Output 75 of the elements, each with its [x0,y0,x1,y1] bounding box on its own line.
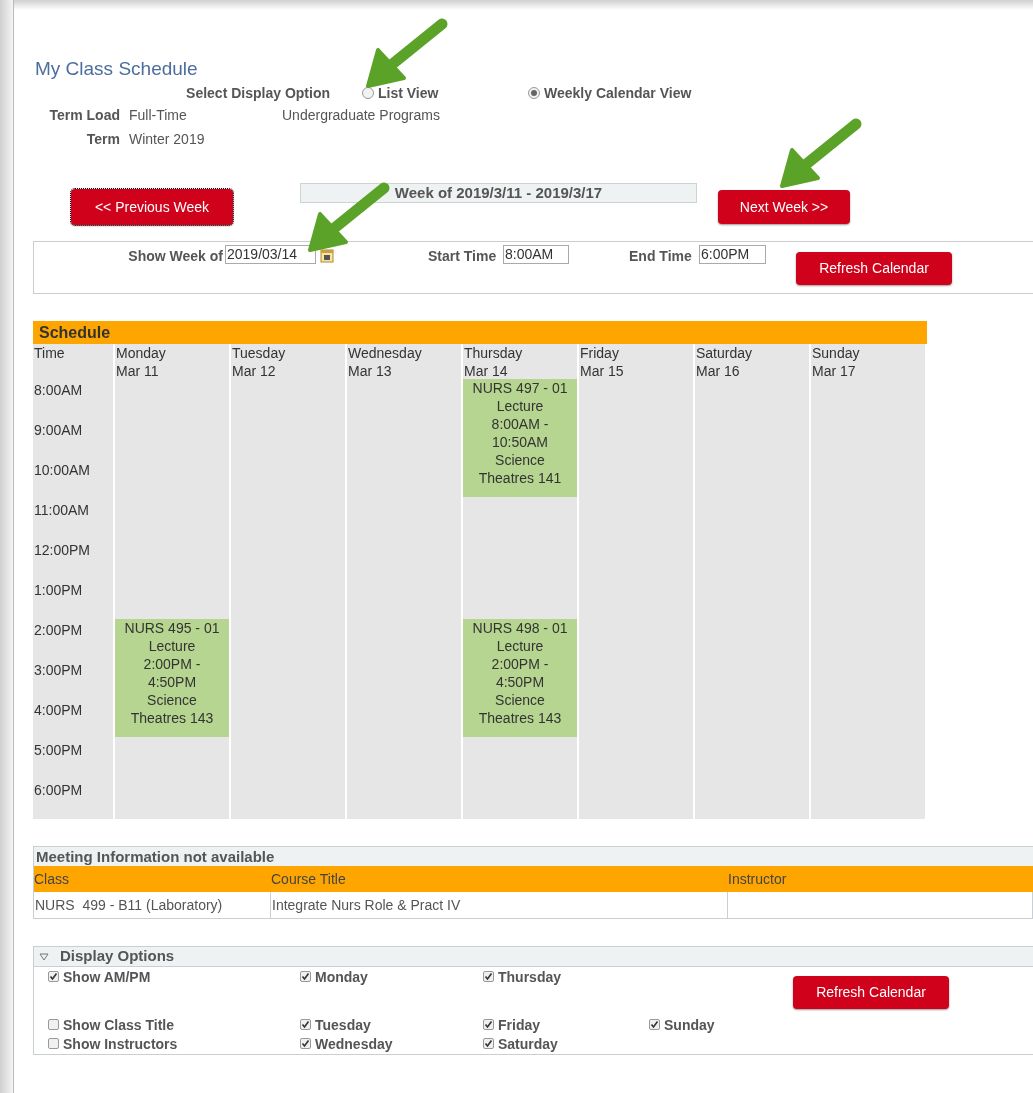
display-option-label: Select Display Option [185,83,330,103]
show-week-label: Show Week of [128,247,223,266]
option-checkbox[interactable]: Sunday [649,1016,769,1035]
class-event[interactable]: NURS 497 - 01 Lecture 8:00AM - 10:50AM Science Theatres 141 [463,379,577,497]
column-header: Course Title [271,869,347,889]
day-header: Thursday Mar 14 [463,344,524,379]
term-value: Full-Time [129,105,188,125]
option-checkbox[interactable]: Wednesday [300,1035,483,1054]
checkbox[interactable] [300,1019,311,1030]
program-text: Undergraduate Programs [282,105,440,125]
calendar-icon[interactable] [320,248,334,263]
pointer-arrow-icon [306,180,392,254]
time-label: 11:00AM [33,501,90,520]
option-checkbox[interactable]: Thursday [483,968,649,1016]
class-event[interactable]: NURS 495 - 01 Lecture 2:00PM - 4:50PM Science Theatres 143 [115,619,229,737]
time-label: 8:00AM [33,381,84,400]
checkbox[interactable] [48,1038,59,1049]
time-label: 1:00PM [33,581,84,600]
time-label: 12:00PM [33,541,92,560]
day-header: Sunday Mar 17 [811,344,861,379]
checkbox[interactable] [483,1019,494,1030]
schedule-header: Schedule [33,321,927,344]
checkbox[interactable] [483,1038,494,1049]
term-label: Term [85,129,120,149]
refresh-calendar-button[interactable]: Refresh Calendar [796,252,952,285]
column-header: Instructor [728,869,788,889]
time-label: 3:00PM [33,661,84,680]
time-label: 2:00PM [33,621,84,640]
option-checkbox[interactable]: Tuesday [300,1016,483,1035]
refresh-calendar-button[interactable]: Refresh Calendar [793,976,949,1009]
option-checkbox[interactable]: Show Instructors [48,1035,300,1054]
radio-button[interactable] [362,87,374,99]
time-label: 5:00PM [33,741,84,760]
day-header: Wednesday Mar 13 [347,344,423,379]
time-label: 4:00PM [33,701,84,720]
table-cell: NURS 499 - B11 (Laboratory) [34,892,271,918]
start-time-field[interactable]: 8:00AM [503,245,569,264]
day-header: Tuesday Mar 12 [231,344,287,379]
option-checkbox[interactable]: Saturday [483,1035,649,1054]
checkbox[interactable] [300,1038,311,1049]
collapse-icon[interactable] [39,952,49,961]
option-checkbox[interactable]: Show AM/PM [48,968,300,1016]
class-event[interactable]: NURS 498 - 01 Lecture 2:00PM - 4:50PM Science Theatres 143 [463,619,577,737]
day-header: Friday Mar 15 [579,344,625,379]
meeting-info-title: Meeting Information not available [34,847,1033,866]
radio-button[interactable] [528,87,540,99]
page-title: My Class Schedule [35,58,199,80]
checkbox[interactable] [483,971,494,982]
checkbox[interactable] [300,971,311,982]
time-label: 9:00AM [33,421,84,440]
display-options-title: Display Options [60,946,175,967]
end-time-label: End Time [629,247,692,266]
column-header: Class [34,869,70,889]
option-checkbox[interactable]: Show Class Title [48,1016,300,1035]
start-time-label: Start Time [428,247,497,266]
checkbox[interactable] [649,1019,660,1030]
day-header: Saturday Mar 16 [695,344,754,379]
term-value: Winter 2019 [129,129,206,149]
time-label: 6:00PM [33,781,84,800]
next-week-button[interactable]: Next Week >> [718,190,850,224]
checkbox[interactable] [48,1019,59,1030]
day-header: Monday Mar 11 [115,344,167,379]
term-label: Term Load [48,105,120,125]
week-range-label: Week of 2019/3/11 - 2019/3/17 [300,183,697,203]
previous-week-button[interactable]: << Previous Week [71,189,233,225]
checkbox[interactable] [48,971,59,982]
pointer-arrow-icon [778,116,864,190]
radio-option[interactable]: Weekly Calendar View [528,82,692,104]
time-label: 10:00AM [33,461,92,480]
time-header: Time [33,344,66,363]
option-checkbox[interactable]: Friday [483,1016,649,1035]
table-cell: Integrate Nurs Role & Pract IV [271,892,728,918]
show-week-field[interactable]: 2019/03/14 [225,245,316,264]
option-checkbox[interactable]: Monday [300,968,483,1016]
end-time-field[interactable]: 6:00PM [699,245,766,264]
